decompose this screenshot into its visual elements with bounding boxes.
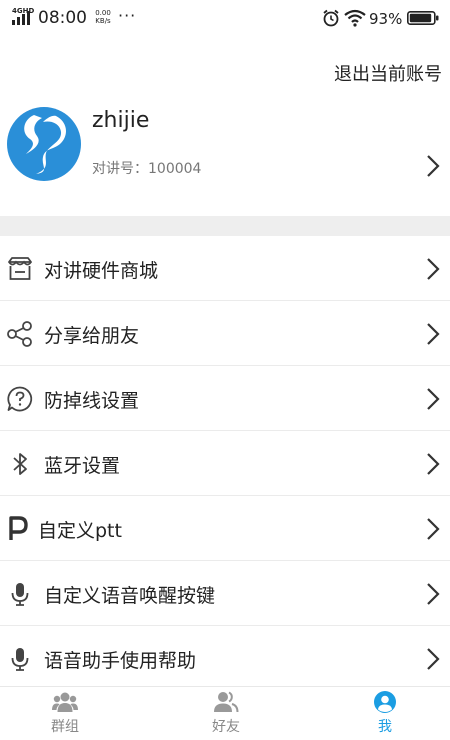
- intercom-number: 100004: [148, 161, 202, 177]
- menu-item-label: 自定义ptt: [38, 520, 122, 542]
- profile-card[interactable]: zhijie 对讲号：100004: [0, 98, 450, 216]
- chevron-right-icon: [427, 258, 440, 280]
- menu-item-share[interactable]: 分享给朋友: [0, 301, 450, 366]
- chevron-right-icon: [427, 518, 440, 540]
- menu-item-label: 对讲硬件商城: [44, 260, 159, 282]
- tab-groups[interactable]: 群组: [25, 687, 105, 740]
- menu-item-label: 自定义语音唤醒按键: [44, 585, 216, 607]
- chevron-right-icon: [427, 323, 440, 345]
- tab-label: 好友: [212, 719, 240, 735]
- intercom-label: 对讲号：: [92, 161, 148, 177]
- chevron-right-icon: [427, 388, 440, 410]
- chevron-right-icon: [427, 648, 440, 670]
- tab-me[interactable]: 我: [345, 687, 425, 740]
- battery-percent: 93%: [369, 10, 403, 28]
- wifi-icon: [344, 9, 366, 27]
- menu-item-anti-disconnect[interactable]: 防掉线设置: [0, 366, 450, 431]
- battery-icon: [407, 11, 439, 25]
- username: zhijie: [92, 108, 150, 133]
- signal-icon: [12, 11, 30, 25]
- menu-item-label: 分享给朋友: [44, 325, 140, 347]
- menu-item-voice-wake-key[interactable]: 自定义语音唤醒按键: [0, 561, 450, 626]
- status-bar: 4GHD 08:00 0.00 KB/s ··· 93%: [0, 0, 450, 36]
- tab-friends[interactable]: 好友: [186, 687, 266, 740]
- chevron-right-icon: [427, 155, 440, 177]
- question-bubble-icon: [7, 386, 33, 412]
- chevron-right-icon: [427, 583, 440, 605]
- store-icon: [8, 257, 32, 280]
- menu-item-label: 防掉线设置: [44, 390, 140, 412]
- clock: 08:00: [38, 8, 87, 28]
- network-speed: 0.00 KB/s: [90, 9, 116, 25]
- share-icon: [7, 321, 32, 347]
- letter-p-icon: [9, 516, 28, 540]
- tab-label: 我: [378, 719, 392, 735]
- menu-item-voice-assistant-help[interactable]: 语音助手使用帮助: [0, 626, 450, 691]
- intercom-id: 对讲号：100004: [92, 158, 201, 178]
- menu-item-label: 语音助手使用帮助: [44, 650, 197, 672]
- friends-icon: [214, 691, 239, 713]
- group-icon: [52, 692, 78, 712]
- settings-menu: 对讲硬件商城 分享给朋友 防掉线设置 蓝牙设置 自定义ptt 自定义语音唤醒按键…: [0, 236, 450, 691]
- chevron-right-icon: [427, 453, 440, 475]
- menu-item-custom-ptt[interactable]: 自定义ptt: [0, 496, 450, 561]
- menu-item-label: 蓝牙设置: [44, 455, 121, 477]
- menu-item-hardware-store[interactable]: 对讲硬件商城: [0, 236, 450, 301]
- menu-item-bluetooth[interactable]: 蓝牙设置: [0, 431, 450, 496]
- microphone-icon: [11, 583, 29, 606]
- logout-button[interactable]: 退出当前账号: [334, 60, 442, 86]
- avatar: [7, 107, 81, 181]
- more-dots: ···: [118, 6, 137, 25]
- microphone-icon: [11, 648, 29, 671]
- alarm-icon: [323, 9, 339, 27]
- tab-label: 群组: [51, 719, 79, 735]
- speed-unit: KB/s: [95, 17, 111, 25]
- section-divider: [0, 216, 450, 236]
- speed-value: 0.00: [95, 9, 111, 17]
- me-icon: [374, 691, 396, 713]
- bluetooth-icon: [13, 453, 27, 475]
- bottom-tab-bar: 群组 好友 我: [0, 686, 450, 740]
